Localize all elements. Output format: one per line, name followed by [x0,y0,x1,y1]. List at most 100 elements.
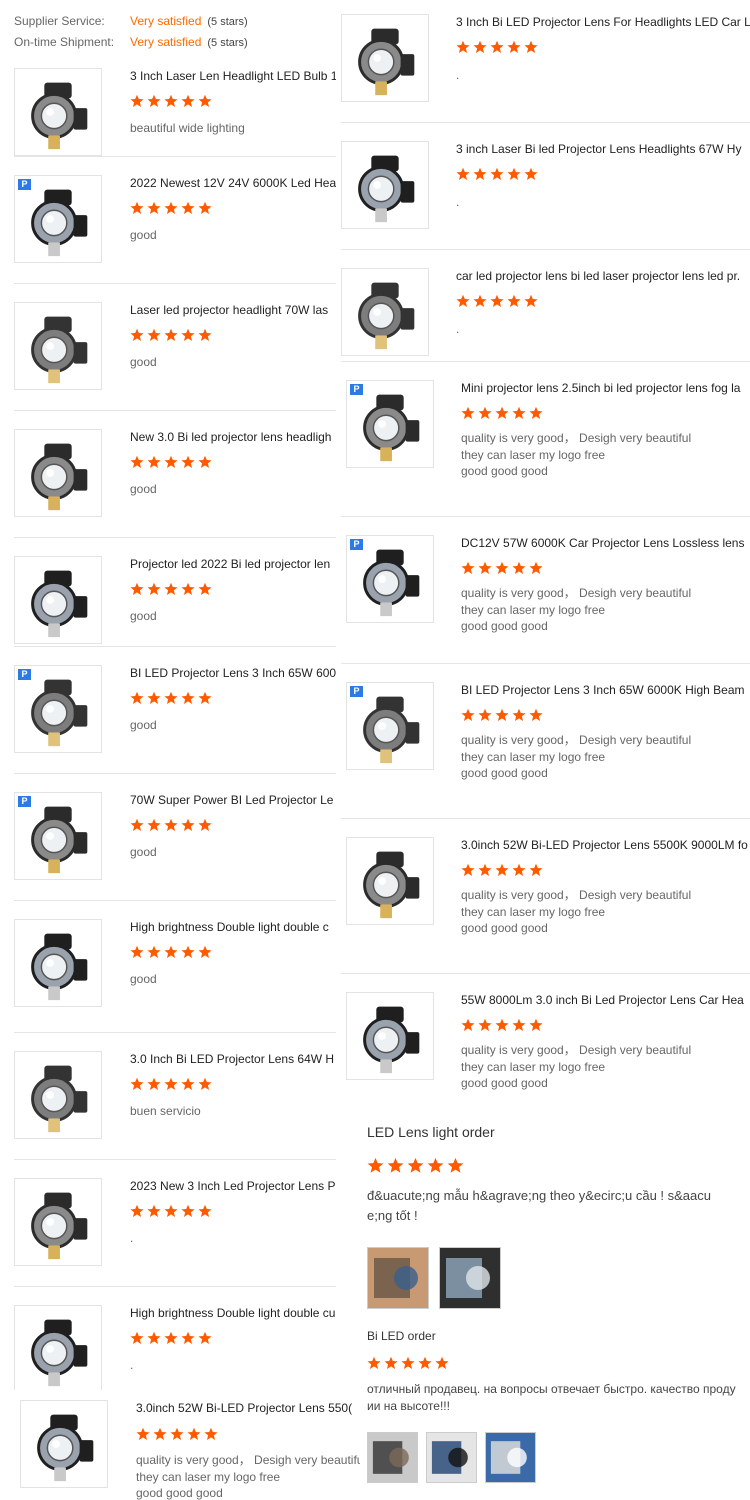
review-item: 2023 New 3 Inch Led Projector Lens PL3U. [0,1178,336,1298]
product-thumbnail[interactable]: P [346,380,434,468]
product-thumbnail[interactable] [346,837,434,925]
shipment-row: On-time Shipment: Very satisfied (5 stars) [14,35,248,49]
product-thumbnail[interactable] [341,141,429,229]
comment-line: they can laser my logo free [461,1059,606,1074]
comment-line: . [130,1358,134,1372]
projector-lens-image [15,1306,101,1390]
product-title[interactable]: Projector led 2022 Bi led projector len [130,556,336,572]
star-icon [130,201,144,214]
product-thumbnail[interactable] [14,1178,102,1266]
star-icon [524,40,538,53]
product-title[interactable]: 55W 8000Lm 3.0 inch Bi Led Projector Len… [461,992,750,1008]
star-icon [512,406,526,419]
star-icon [507,294,521,307]
product-title[interactable]: 70W Super Power BI Led Projector Le [130,792,336,808]
projector-lens-image [347,838,433,924]
product-title[interactable]: 3 Inch Laser Len Headlight LED Bulb 1 [130,68,336,84]
rating-stars [130,455,212,469]
review-comment: quality is very good， Desigh very beauti… [461,585,691,635]
product-title[interactable]: 3.0 Inch Bi LED Projector Lens 64W H [130,1051,336,1067]
star-icon [507,167,521,180]
product-title[interactable]: 2023 New 3 Inch Led Projector Lens PL3U [130,1178,336,1194]
product-thumbnail[interactable]: P [346,535,434,623]
review-divider [341,122,750,123]
product-title[interactable]: 3.0inch 52W Bi-LED Projector Lens 550( [136,1400,360,1416]
product-thumbnail[interactable] [341,268,429,356]
product-thumbnail[interactable] [341,14,429,102]
photo-lens-image [440,1248,500,1308]
comment-line: good good good [461,766,548,780]
product-thumbnail[interactable]: P [14,665,102,753]
star-icon [130,455,144,468]
star-icon [147,1077,161,1090]
product-thumbnail[interactable]: P [346,682,434,770]
product-thumbnail[interactable] [20,1400,108,1488]
product-title[interactable]: car led projector lens bi led laser proj… [456,268,750,284]
star-icon [170,1427,184,1440]
order-photo-thumbnail[interactable] [426,1432,477,1483]
projector-lens-image [347,993,433,1079]
order-comment: đ&uacute;ng mẫu h&agrave;ng theo y&ecirc… [367,1186,750,1226]
product-title[interactable]: BI LED Projector Lens 3 Inch 65W 600 [130,665,336,681]
star-icon [147,691,161,704]
review-comment: quality is very good， Desigh very beauti… [136,1452,360,1500]
rating-stars [130,328,212,342]
star-icon [490,294,504,307]
order-comment-line: đ&uacute;ng mẫu h&agrave;ng theo y&ecirc… [367,1188,711,1203]
rating-stars [130,1204,212,1218]
star-icon [507,40,521,53]
order-comment-line: отличный продавец. на вопросы отвечает б… [367,1382,736,1396]
supplier-service-stars: (5 stars) [207,16,248,28]
product-thumbnail[interactable] [14,1305,102,1390]
star-icon [147,818,161,831]
star-icon [490,40,504,53]
comment-line: beautiful wide lighting [130,121,245,135]
order-photo-thumbnail[interactable] [485,1432,536,1483]
review-comment: . [130,1230,133,1247]
product-thumbnail[interactable]: P [14,792,102,880]
product-thumbnail[interactable]: P [14,175,102,263]
product-title[interactable]: Mini projector lens 2.5inch bi led proje… [461,380,750,396]
product-title[interactable]: DC12V 57W 6000K Car Projector Lens Lossl… [461,535,750,551]
product-thumbnail[interactable] [14,68,102,156]
product-thumbnail[interactable] [346,992,434,1080]
product-thumbnail[interactable] [14,429,102,517]
projector-lens-image [342,15,428,101]
star-icon [524,167,538,180]
product-title[interactable]: High brightness Double light double c [130,919,336,935]
rating-stars [130,1331,212,1345]
order-photo-thumbnail[interactable] [367,1432,418,1483]
product-title[interactable]: High brightness Double light double cup … [130,1305,336,1321]
order-comment-line: e;ng tốt ! [367,1208,418,1223]
order-comment: отличный продавец. на вопросы отвечает б… [367,1381,750,1415]
product-thumbnail[interactable] [14,302,102,390]
star-icon [164,691,178,704]
order-photo-thumbnail[interactable] [367,1247,429,1309]
review-divider [14,900,336,901]
product-title[interactable]: BI LED Projector Lens 3 Inch 65W 6000K H… [461,682,750,698]
p-badge-icon: P [18,796,31,807]
product-title[interactable]: 3 Inch Bi LED Projector Lens For Headlig… [456,14,750,30]
product-title[interactable]: 3.0inch 52W Bi-LED Projector Lens 5500K … [461,837,750,853]
product-title[interactable]: New 3.0 Bi led projector lens headligh [130,429,336,445]
product-title[interactable]: 3 inch Laser Bi led Projector Lens Headl… [456,141,750,157]
comment-line: quality is very good， Desigh very beauti… [461,733,692,747]
product-thumbnail[interactable] [14,919,102,1007]
comment-line: quality is very good， Desigh very beauti… [461,586,692,600]
rating-stars [461,561,543,575]
review-item: P 70W Super Power BI Led Projector Le good [0,792,336,912]
product-title[interactable]: Laser led projector headlight 70W las [130,302,336,318]
star-icon [198,201,212,214]
star-icon [512,1018,526,1031]
product-title[interactable]: 2022 Newest 12V 24V 6000K Led Hea [130,175,336,191]
star-icon [461,708,475,721]
star-icon [461,406,475,419]
supplier-service-value: Very satisfied [130,14,202,28]
product-thumbnail[interactable] [14,556,102,644]
comment-line: quality is very good， Desigh very beauti… [461,1043,692,1057]
product-thumbnail[interactable] [14,1051,102,1139]
comment-line: good [130,609,157,623]
order-photo-thumbnail[interactable] [439,1247,501,1309]
review-divider [341,249,750,250]
review-comment: . [456,321,459,338]
